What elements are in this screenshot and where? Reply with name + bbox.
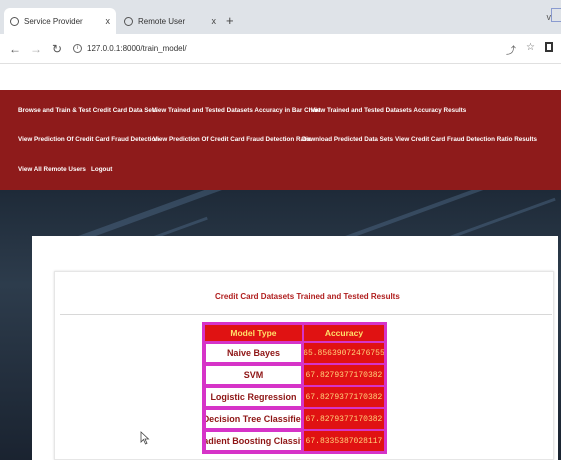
tab-title: Service Provider (24, 16, 83, 26)
model-name: Naive Bayes (205, 343, 302, 363)
extension-icon[interactable] (545, 42, 553, 52)
accuracy-value: 67.8279377170382 (303, 409, 384, 429)
model-name: Logistic Regression (205, 387, 302, 407)
accuracy-value: 65.85639072476755 (303, 343, 384, 363)
table-row: SVM 67.8279377170382 (205, 363, 384, 385)
tab-remote-user[interactable]: Remote User x (118, 8, 222, 34)
nav-accuracy-results[interactable]: View Trained and Tested Datasets Accurac… (311, 107, 466, 114)
reload-icon[interactable]: ↻ (51, 42, 63, 56)
mouse-cursor-icon (140, 431, 150, 445)
page-top-blank (0, 65, 561, 90)
back-icon[interactable]: ← (9, 42, 21, 56)
nav-ratio-results[interactable]: View Credit Card Fraud Detection Ratio R… (395, 136, 537, 143)
window-control-icon[interactable] (551, 8, 561, 22)
tab-title: Remote User (138, 16, 186, 26)
model-name: Decision Tree Classifier (205, 409, 302, 429)
results-table: Model Type Accuracy Naive Bayes 65.85639… (202, 322, 387, 454)
globe-icon (10, 16, 19, 26)
nav-remote-users[interactable]: View All Remote Users (18, 166, 86, 173)
toolbar-actions: ⤴ ☆ (506, 42, 553, 57)
close-icon[interactable]: x (106, 16, 111, 26)
forward-icon[interactable]: → (30, 42, 42, 56)
share-icon[interactable]: ⤴ (506, 42, 516, 57)
info-icon[interactable]: i (73, 44, 82, 53)
tab-service-provider[interactable]: Service Provider x (4, 8, 116, 34)
nav-view-prediction[interactable]: View Prediction Of Credit Card Fraud Det… (18, 136, 159, 143)
divider (60, 314, 552, 315)
nav-accuracy-bar-chart[interactable]: View Trained and Tested Datasets Accurac… (152, 107, 321, 114)
address-bar[interactable]: i 127.0.0.1:8000/train_model/ (73, 39, 187, 59)
accuracy-value: 67.8279377170382 (303, 365, 384, 385)
model-name: SVM (205, 365, 302, 385)
header-model-type: Model Type (205, 325, 302, 341)
results-title: Credit Card Datasets Trained and Tested … (215, 292, 400, 301)
accuracy-value: 67.8279377170382 (303, 387, 384, 407)
bookmark-star-icon[interactable]: ☆ (526, 42, 535, 57)
table-header-row: Model Type Accuracy (205, 325, 384, 341)
table-row: Decision Tree Classifier 67.827937717038… (205, 407, 384, 429)
header-accuracy: Accuracy (303, 325, 384, 341)
nav-download-predicted[interactable]: Download Predicted Data Sets (302, 136, 393, 143)
nav-logout[interactable]: Logout (91, 166, 112, 173)
browser-tab-strip: Service Provider x Remote User x + v (0, 0, 561, 34)
model-name: Gradient Boosting Classifier (205, 431, 302, 451)
nav-prediction-ratio[interactable]: View Prediction Of Credit Card Fraud Det… (153, 136, 312, 143)
url-text[interactable]: 127.0.0.1:8000/train_model/ (87, 44, 187, 53)
globe-icon (124, 16, 133, 26)
table-row: Gradient Boosting Classifier 67.83353870… (205, 429, 384, 451)
table-row: Naive Bayes 65.85639072476755 (205, 341, 384, 363)
nav-browse-train-test[interactable]: Browse and Train & Test Credit Card Data… (18, 107, 158, 114)
close-icon[interactable]: x (212, 16, 217, 26)
accuracy-value: 67.8335387028117 (303, 431, 384, 451)
browser-toolbar: ← → ↻ i 127.0.0.1:8000/train_model/ ⤴ ☆ (0, 34, 561, 64)
new-tab-button[interactable]: + (226, 13, 234, 28)
table-row: Logistic Regression 67.8279377170382 (205, 385, 384, 407)
main-navigation: Browse and Train & Test Credit Card Data… (0, 90, 561, 190)
